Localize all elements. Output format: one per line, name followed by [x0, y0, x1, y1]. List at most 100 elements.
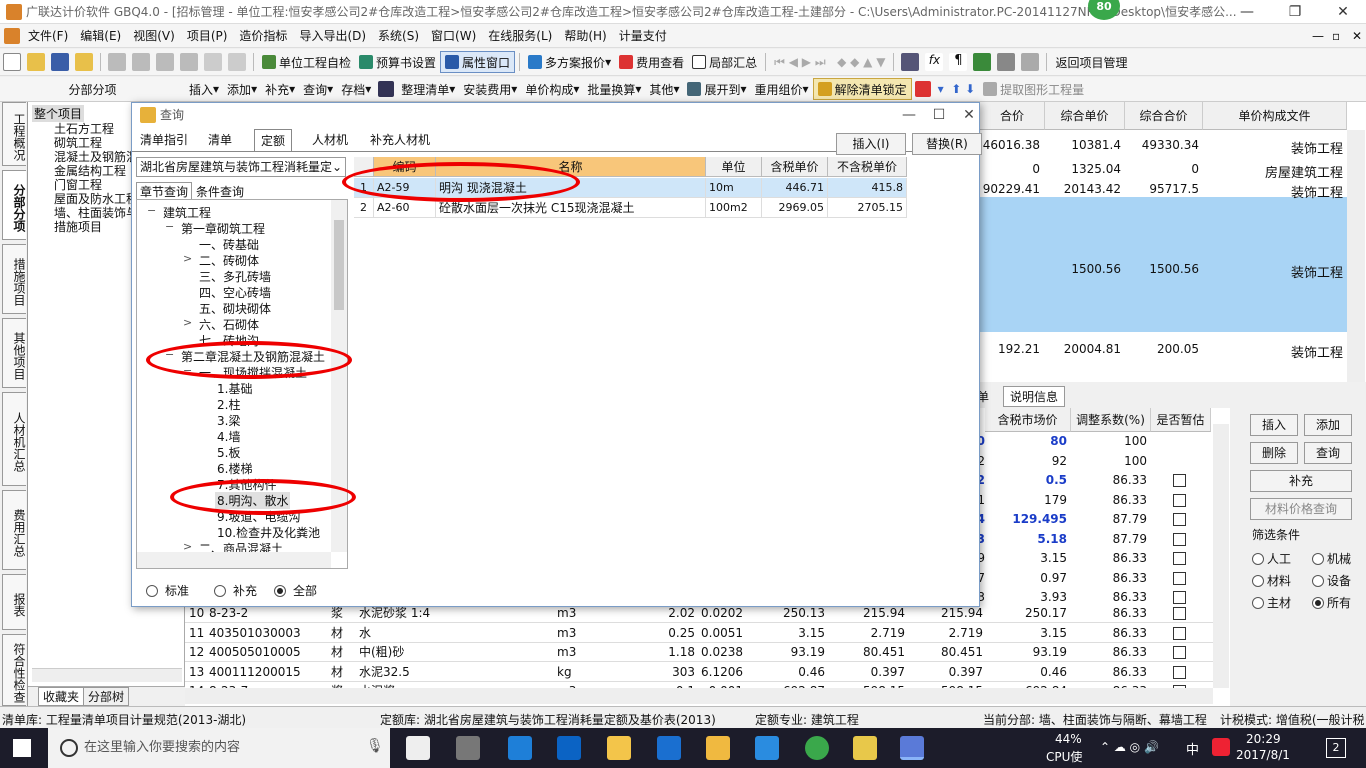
coef-cell[interactable]: 86.33	[1071, 471, 1147, 490]
cell-p3[interactable]: 0.397	[907, 663, 983, 682]
cell-price[interactable]: 0.46	[985, 663, 1067, 682]
grid-cell[interactable]: 房屋建筑工程	[1203, 162, 1343, 181]
tb2-reuse[interactable]: 重用组价 ▾	[751, 81, 813, 98]
provisional-checkbox[interactable]	[1173, 646, 1186, 659]
menu-import-export[interactable]: 导入导出(D)	[293, 27, 372, 44]
restore-icon[interactable]: ❐	[1272, 0, 1318, 24]
cell-no[interactable]: 11	[189, 624, 204, 643]
dialog-close-icon[interactable]: ✕	[954, 103, 984, 127]
pilcrow-icon[interactable]: ¶	[949, 53, 968, 71]
tree-node[interactable]: 5.板	[215, 444, 242, 461]
notes-icon[interactable]	[706, 736, 730, 760]
tree-node[interactable]: 四、空心砖墙	[197, 284, 273, 301]
cell-price[interactable]: 93.19	[985, 643, 1067, 662]
grid-cell[interactable]: 20143.42	[1045, 182, 1121, 196]
provisional-checkbox[interactable]	[1173, 571, 1186, 585]
binoculars-icon[interactable]	[378, 81, 395, 97]
copy-icon[interactable]	[132, 53, 150, 71]
grid-cell[interactable]: 装饰工程	[1203, 262, 1343, 281]
quota-cell-no[interactable]: 2	[354, 198, 374, 218]
tree-node[interactable]: 1.基础	[215, 380, 254, 397]
cell-p3[interactable]: 80.451	[907, 643, 983, 662]
quota-cell-price[interactable]: 415.8	[828, 178, 907, 198]
explorer-icon[interactable]	[607, 736, 631, 760]
tab-list-guide[interactable]: 清单指引	[134, 129, 194, 151]
grid-cell[interactable]: 装饰工程	[1203, 138, 1343, 157]
cell-q1[interactable]: 1.18	[651, 643, 695, 662]
vtab-measures[interactable]: 措施项目	[2, 244, 26, 314]
cell-coef[interactable]: 86.33	[1071, 663, 1147, 682]
store-icon[interactable]	[557, 736, 581, 760]
insert-button[interactable]: 插入	[1250, 414, 1298, 436]
task-view-icon[interactable]	[406, 736, 430, 760]
cell-p3[interactable]: 2.719	[907, 624, 983, 643]
glodon-icon[interactable]	[657, 736, 681, 760]
filter-radio[interactable]: 材料	[1252, 572, 1291, 589]
provisional-checkbox[interactable]	[1173, 493, 1186, 507]
tree-node[interactable]: 10.检查井及化粪池	[215, 524, 322, 541]
grid-cell[interactable]: 0	[980, 162, 1040, 176]
tb2-insert[interactable]: 插入 ▾	[185, 81, 223, 98]
coef-cell[interactable]: 86.33	[1071, 491, 1147, 510]
menu-file[interactable]: 文件(F)	[22, 27, 74, 44]
dialog-maximize-icon[interactable]: ☐	[924, 103, 954, 127]
tree-node[interactable]: 6.楼梯	[215, 460, 254, 477]
market-price-cell[interactable]: 3.15	[985, 549, 1067, 568]
tab-supplement-lm[interactable]: 补充人材机	[364, 129, 436, 151]
cell-p1[interactable]: 93.19	[747, 643, 825, 662]
tb2-install-fee[interactable]: 安装费用 ▾	[459, 81, 521, 98]
cell-q2[interactable]: 0.0238	[697, 643, 743, 662]
cell-q2[interactable]: 6.1206	[697, 663, 743, 682]
multi-quote-button[interactable]: 多方案报价 ▾	[524, 54, 615, 71]
cell-code[interactable]: 400505010005	[209, 643, 315, 662]
coef-cell[interactable]: 86.33	[1071, 569, 1147, 588]
menu-help[interactable]: 帮助(H)	[558, 27, 612, 44]
market-price-cell[interactable]: 92	[985, 452, 1067, 471]
lower-tab-desc[interactable]: 说明信息	[1003, 386, 1066, 407]
grid-cell[interactable]: 46016.38	[980, 138, 1040, 152]
grid-cell[interactable]: 1500.56	[1045, 262, 1121, 276]
tb2-price-compose[interactable]: 单价构成 ▾	[521, 81, 583, 98]
menu-view[interactable]: 视图(V)	[127, 27, 181, 44]
menu-measure-pay[interactable]: 计量支付	[613, 27, 673, 44]
cell-type[interactable]: 材	[331, 663, 351, 682]
lower-hscrollbar[interactable]	[185, 688, 1213, 704]
delete-icon[interactable]	[180, 53, 198, 71]
grid-cell[interactable]: 0	[1125, 162, 1199, 176]
ime-indicator[interactable]: 中	[1186, 739, 1199, 758]
new-icon[interactable]	[3, 53, 21, 71]
vtab-other[interactable]: 其他项目	[2, 318, 26, 388]
section-tree-tab[interactable]: 分部树	[84, 687, 130, 706]
library-filter-radio[interactable]: 补充	[214, 582, 257, 599]
clock-date[interactable]: 2017/8/1	[1236, 748, 1290, 762]
menu-cost-index[interactable]: 造价指标	[233, 27, 293, 44]
coef-cell[interactable]: 100	[1071, 452, 1147, 471]
tb2-query[interactable]: 查询 ▾	[299, 81, 337, 98]
expand-icon[interactable]: −	[147, 204, 156, 217]
partial-sum-checkbox[interactable]: 局部汇总	[688, 54, 761, 71]
help-app-icon[interactable]	[853, 736, 877, 760]
mic-icon[interactable]: 🎙	[366, 738, 384, 754]
col-price-tax[interactable]: 含税单价	[762, 157, 828, 177]
tray-icons[interactable]: ⌃ ☁ ◎ 🔊	[1100, 740, 1159, 754]
filter-radio[interactable]: 主材	[1252, 594, 1291, 611]
tb2-add[interactable]: 添加 ▾	[223, 81, 261, 98]
filter-radio[interactable]: 机械	[1312, 550, 1351, 567]
dialog-insert-button[interactable]: 插入(I)	[836, 133, 906, 155]
cell-type[interactable]: 材	[331, 643, 351, 662]
tree-hscrollbar[interactable]	[137, 552, 331, 568]
tree-node[interactable]: 2.柱	[215, 396, 242, 413]
grid-icon[interactable]	[997, 53, 1016, 71]
nav-arrows[interactable]: ⏮ ◀ ▶ ⏭ ◆ ◆ ▲ ▼	[770, 55, 889, 70]
grid-cell[interactable]: 49330.34	[1125, 138, 1199, 152]
cell-name[interactable]: 中(粗)砂	[359, 643, 479, 662]
cell-name[interactable]: 水泥32.5	[359, 663, 479, 682]
notification-icon[interactable]: 2	[1326, 738, 1346, 758]
market-price-cell[interactable]: 5.18	[985, 530, 1067, 549]
library-filter-radio[interactable]: 标准	[146, 582, 189, 599]
cell-p1[interactable]: 0.46	[747, 663, 825, 682]
fee-view-button[interactable]: 费用查看	[615, 54, 688, 71]
lower-vscrollbar[interactable]	[1213, 424, 1229, 688]
upper-vscrollbar[interactable]	[1347, 130, 1365, 382]
windows-start-icon[interactable]	[13, 739, 31, 757]
